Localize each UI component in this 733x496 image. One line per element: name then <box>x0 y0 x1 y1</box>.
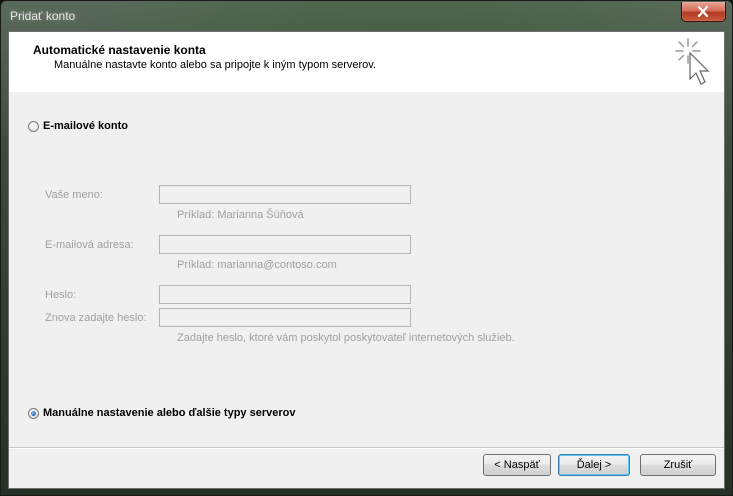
header-title: Automatické nastavenie konta <box>33 43 206 57</box>
cancel-button[interactable]: Zrušiť <box>640 454 716 476</box>
email-account-option[interactable]: E-mailové konto <box>28 120 128 132</box>
window-title: Pridať konto <box>10 9 76 23</box>
footer-separator-highlight <box>9 448 724 449</box>
email-label: E-mailová adresa: <box>45 239 134 251</box>
wizard-header: Automatické nastavenie konta Manuálne na… <box>9 32 724 92</box>
name-hint: Príklad: Marianna Šúňová <box>177 209 304 221</box>
manual-setup-label[interactable]: Manuálne nastavenie alebo ďalšie typy se… <box>43 407 295 419</box>
password-label: Heslo: <box>45 289 77 301</box>
back-button[interactable]: < Naspäť <box>483 454 551 476</box>
password-hint: Zadajte heslo, ktoré vám poskytol poskyt… <box>177 332 515 344</box>
retype-password-label: Znova zadajte heslo: <box>45 312 147 324</box>
next-button[interactable]: Ďalej > <box>558 454 630 476</box>
dialog-client-area: Automatické nastavenie konta Manuálne na… <box>8 31 725 489</box>
retype-password-input <box>159 308 411 327</box>
dialog-window: Pridať konto Automatické nastavenie kont… <box>0 0 733 496</box>
email-hint: Príklad: marianna@contoso.com <box>177 259 337 271</box>
title-bar[interactable]: Pridať konto <box>1 1 732 31</box>
close-button[interactable] <box>681 2 726 22</box>
name-label: Vaše meno: <box>45 189 103 201</box>
wizard-cursor-icon <box>675 38 710 85</box>
email-account-label[interactable]: E-mailové konto <box>43 120 128 132</box>
header-separator <box>9 91 724 92</box>
name-input <box>159 185 411 204</box>
close-icon <box>697 6 709 17</box>
password-input <box>159 285 411 304</box>
manual-setup-option[interactable]: Manuálne nastavenie alebo ďalšie typy se… <box>28 407 295 419</box>
email-account-radio[interactable] <box>28 120 39 132</box>
manual-setup-radio[interactable] <box>28 407 39 419</box>
email-input <box>159 235 411 254</box>
header-subtitle: Manuálne nastavte konto alebo sa pripojt… <box>54 59 377 71</box>
